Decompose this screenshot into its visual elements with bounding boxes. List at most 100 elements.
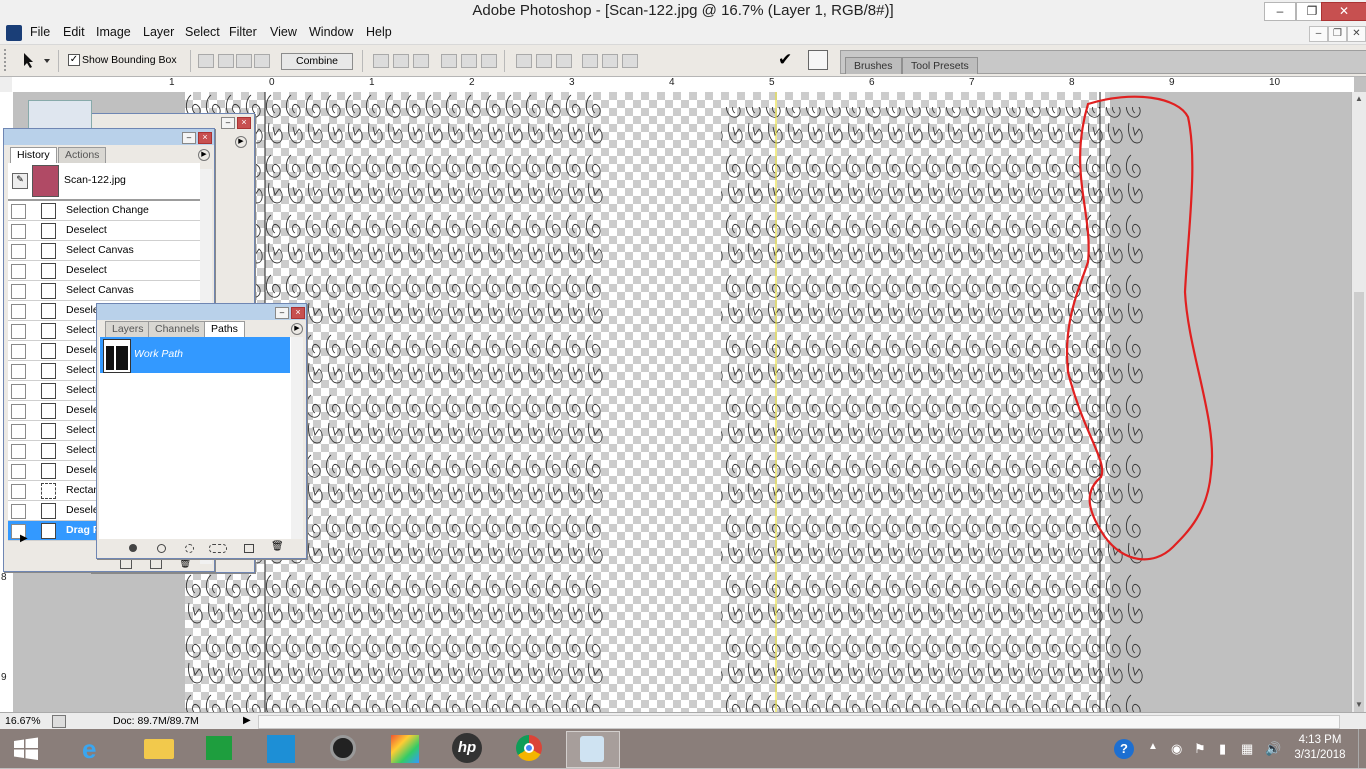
- show-hidden-icons[interactable]: ▲: [1148, 741, 1158, 752]
- photoshop-doc-icon[interactable]: [6, 25, 22, 41]
- horizontal-ruler[interactable]: 1 0 1 2 3 4 5 6 7 8 9 10: [12, 77, 1354, 93]
- zoom-level[interactable]: 16.67%: [5, 715, 41, 727]
- history-checkbox[interactable]: [11, 304, 26, 319]
- menu-filter[interactable]: Filter: [229, 25, 257, 39]
- panel-menu-icon[interactable]: ▶: [291, 323, 303, 335]
- snapshot-icon[interactable]: [150, 559, 162, 569]
- menu-window[interactable]: Window: [309, 25, 353, 39]
- history-item[interactable]: Deselect: [8, 261, 200, 281]
- align-hcenter-icon[interactable]: [461, 54, 477, 68]
- history-item[interactable]: Select Canvas: [8, 241, 200, 261]
- distribute-right-icon[interactable]: [622, 54, 638, 68]
- minimize-button[interactable]: –: [1264, 2, 1296, 21]
- scroll-down-icon[interactable]: ▼: [1355, 700, 1363, 709]
- menu-view[interactable]: View: [270, 25, 297, 39]
- history-checkbox[interactable]: [11, 204, 26, 219]
- panel-minimize-icon[interactable]: –: [221, 117, 235, 129]
- make-work-path-icon[interactable]: [209, 544, 227, 553]
- history-item[interactable]: Deselect: [8, 221, 200, 241]
- panel-close-icon[interactable]: ×: [198, 132, 212, 144]
- webcam-app[interactable]: [318, 731, 370, 766]
- menu-image[interactable]: Image: [96, 25, 131, 39]
- tab-actions[interactable]: Actions: [58, 147, 107, 163]
- history-checkbox[interactable]: [11, 264, 26, 279]
- history-checkbox[interactable]: [11, 424, 26, 439]
- fill-path-icon[interactable]: [129, 544, 137, 552]
- move-tool-icon[interactable]: [20, 52, 50, 68]
- status-arrow-icon[interactable]: ▶: [243, 715, 251, 726]
- align-top-icon[interactable]: [373, 54, 389, 68]
- align-right-icon[interactable]: [481, 54, 497, 68]
- hp-app[interactable]: hp: [442, 731, 494, 766]
- menu-edit[interactable]: Edit: [63, 25, 85, 39]
- panel-menu-icon[interactable]: ▶: [235, 136, 247, 148]
- battery-tray-icon[interactable]: ▮: [1219, 741, 1226, 757]
- media-app[interactable]: [380, 731, 432, 766]
- load-selection-icon[interactable]: [185, 544, 194, 553]
- align-left-icon[interactable]: [441, 54, 457, 68]
- menu-help[interactable]: Help: [366, 25, 392, 39]
- menu-file[interactable]: File: [30, 25, 50, 39]
- history-checkbox[interactable]: [11, 344, 26, 359]
- panel-minimize-icon[interactable]: –: [275, 307, 289, 319]
- tab-channels[interactable]: Channels: [148, 321, 207, 337]
- combine-button[interactable]: Combine: [281, 53, 353, 70]
- file-explorer-app[interactable]: [134, 731, 186, 766]
- panel-minimize-icon[interactable]: –: [182, 132, 196, 144]
- history-item[interactable]: Select Canvas: [8, 281, 200, 301]
- paths-titlebar[interactable]: – ×: [97, 304, 306, 320]
- tab-layers[interactable]: Layers: [105, 321, 151, 337]
- tab-tool-presets[interactable]: Tool Presets: [902, 57, 978, 74]
- history-item[interactable]: Selection Change: [8, 201, 200, 221]
- history-checkbox[interactable]: [11, 284, 26, 299]
- tab-brushes[interactable]: Brushes: [845, 57, 902, 74]
- tab-history[interactable]: History: [10, 147, 57, 163]
- new-selection-icon[interactable]: [198, 54, 214, 68]
- history-checkbox[interactable]: [11, 384, 26, 399]
- panel-menu-icon[interactable]: ▶: [198, 149, 210, 161]
- subtract-selection-icon[interactable]: [236, 54, 252, 68]
- status-menu-icon[interactable]: [52, 715, 66, 728]
- network-tray-icon[interactable]: ▦: [1241, 741, 1253, 757]
- doc-minimize-button[interactable]: –: [1309, 26, 1328, 42]
- history-titlebar[interactable]: – ×: [4, 129, 214, 145]
- tab-paths[interactable]: Paths: [204, 321, 245, 337]
- doc-close-button[interactable]: ✕: [1347, 26, 1366, 42]
- delete-path-icon[interactable]: 🗑: [271, 541, 284, 552]
- add-selection-icon[interactable]: [218, 54, 234, 68]
- show-bounding-box-checkbox[interactable]: ✓: [68, 54, 80, 66]
- horizontal-scrollbar[interactable]: [258, 715, 1340, 729]
- history-checkbox[interactable]: [11, 484, 26, 499]
- scroll-up-icon[interactable]: ▲: [1355, 94, 1363, 103]
- intersect-selection-icon[interactable]: [254, 54, 270, 68]
- history-checkbox[interactable]: [11, 444, 26, 459]
- file-browser-icon[interactable]: [808, 50, 828, 70]
- panel-close-icon[interactable]: ×: [237, 117, 251, 129]
- new-path-icon[interactable]: [244, 544, 254, 553]
- store-app[interactable]: [194, 731, 246, 766]
- history-checkbox[interactable]: [11, 464, 26, 479]
- distribute-left-icon[interactable]: [582, 54, 598, 68]
- panel-close-icon[interactable]: ×: [291, 307, 305, 319]
- history-state-slider-icon[interactable]: ▶: [20, 533, 28, 544]
- photoshop-app[interactable]: [566, 731, 620, 768]
- history-checkbox[interactable]: [11, 504, 26, 519]
- distribute-top-icon[interactable]: [516, 54, 532, 68]
- menu-layer[interactable]: Layer: [143, 25, 174, 39]
- history-checkbox[interactable]: [11, 224, 26, 239]
- history-checkbox[interactable]: [11, 244, 26, 259]
- align-bottom-icon[interactable]: [413, 54, 429, 68]
- history-checkbox[interactable]: [11, 324, 26, 339]
- history-checkbox[interactable]: [11, 404, 26, 419]
- help-tray-icon[interactable]: ?: [1114, 739, 1134, 759]
- doc-restore-button[interactable]: ❐: [1328, 26, 1347, 42]
- internet-explorer-app[interactable]: e: [70, 731, 122, 766]
- new-document-icon[interactable]: [120, 559, 132, 569]
- trash-icon[interactable]: 🗑: [179, 558, 192, 569]
- volume-tray-icon[interactable]: 🔊: [1265, 741, 1281, 757]
- distribute-vcenter-icon[interactable]: [536, 54, 552, 68]
- history-checkbox[interactable]: [11, 364, 26, 379]
- history-brush-icon[interactable]: ✎: [12, 173, 28, 189]
- show-desktop-button[interactable]: [1358, 729, 1366, 768]
- path-item[interactable]: Work Path: [100, 337, 290, 373]
